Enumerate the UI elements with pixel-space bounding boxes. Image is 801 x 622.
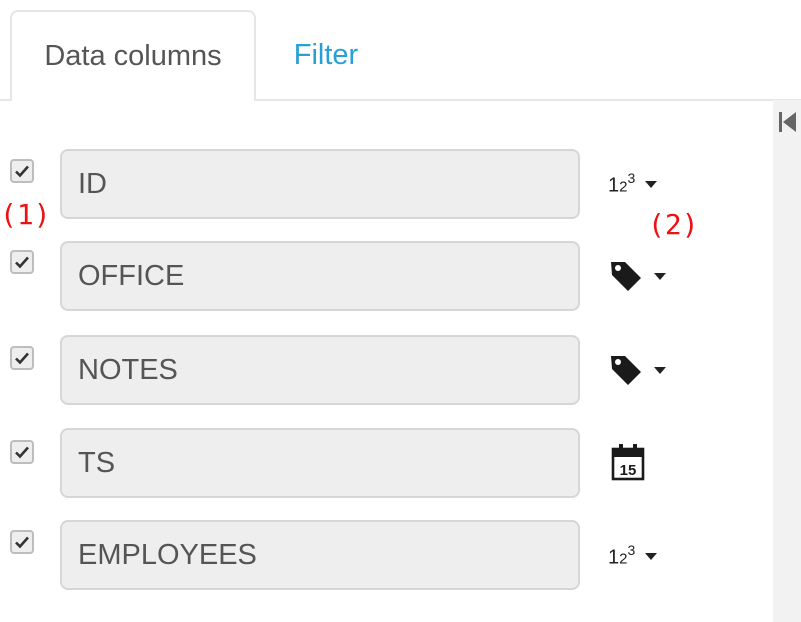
column-checkbox-id[interactable]	[10, 159, 34, 183]
column-name-field-office[interactable]	[60, 241, 580, 311]
column-name-field-ts[interactable]	[60, 428, 580, 498]
column-type-dropdown-id[interactable]: 123	[608, 162, 680, 206]
annotation-label-2: (2)	[648, 208, 699, 241]
tab-filter-label: Filter	[293, 38, 359, 71]
chevron-down-icon	[645, 552, 658, 560]
tab-filter[interactable]: Filter	[256, 10, 396, 100]
tab-data-columns[interactable]: Data columns	[10, 10, 256, 101]
column-checkbox-ts[interactable]	[10, 440, 34, 464]
column-type-dropdown-employees[interactable]: 123	[608, 534, 680, 578]
side-panel	[773, 100, 801, 622]
calendar-icon: 15	[610, 440, 650, 484]
column-checkbox-office[interactable]	[10, 250, 34, 274]
numeric-123-icon: 123	[608, 169, 636, 197]
tab-data-columns-label: Data columns	[44, 40, 222, 72]
chevron-down-icon	[654, 272, 666, 280]
column-name-field-id[interactable]	[60, 149, 580, 219]
column-name-field-employees[interactable]	[60, 520, 580, 590]
column-type-dropdown-office[interactable]	[608, 254, 680, 298]
annotation-label-1: (1)	[0, 198, 51, 231]
column-checkbox-notes[interactable]	[10, 346, 34, 370]
tag-icon	[611, 356, 641, 385]
chevron-down-icon	[645, 180, 658, 188]
calendar-day: 15	[620, 462, 637, 479]
collapse-panel-icon[interactable]	[776, 108, 800, 136]
tag-icon	[611, 262, 641, 291]
numeric-123-icon: 123	[608, 541, 636, 569]
column-name-field-notes[interactable]	[60, 335, 580, 405]
column-type-dropdown-notes[interactable]	[608, 348, 680, 392]
tab-strip: Data columns Filter	[0, 0, 801, 101]
chevron-down-icon	[654, 366, 666, 374]
column-checkbox-employees[interactable]	[10, 530, 34, 554]
